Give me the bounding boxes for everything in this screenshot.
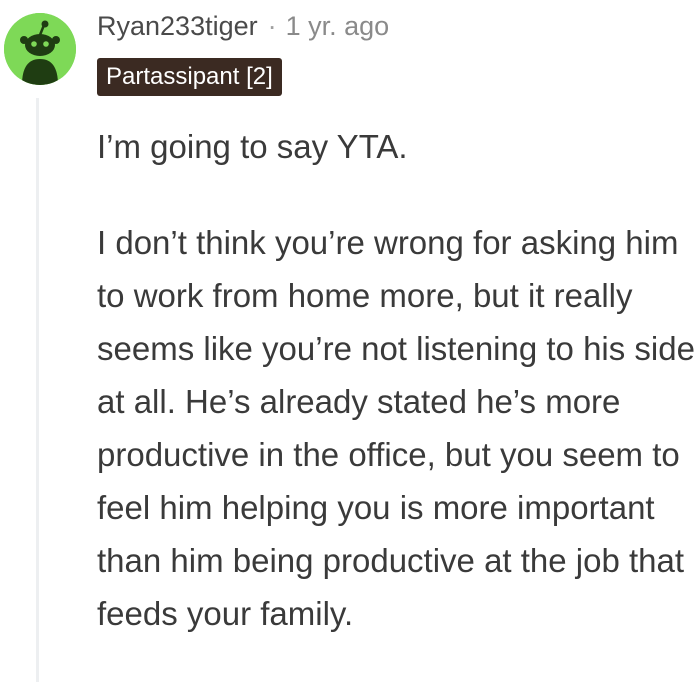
meta-separator: · bbox=[267, 10, 277, 41]
snoo-avatar-icon bbox=[4, 13, 76, 85]
user-flair: Partassipant [2] bbox=[97, 58, 282, 96]
comment: Ryan233tiger · 1 yr. ago Partassipant [2… bbox=[0, 0, 700, 682]
comment-paragraph: I don’t think you’re wrong for asking hi… bbox=[97, 224, 695, 632]
comment-header: Ryan233tiger · 1 yr. ago bbox=[97, 6, 389, 46]
comment-paragraph: I’m going to say YTA. bbox=[97, 128, 408, 165]
avatar[interactable] bbox=[4, 13, 76, 85]
author-username[interactable]: Ryan233tiger bbox=[97, 11, 258, 42]
comment-body: I’m going to say YTA. I don’t think you’… bbox=[97, 120, 697, 640]
comment-timestamp[interactable]: 1 yr. ago bbox=[286, 11, 390, 42]
thread-line[interactable] bbox=[36, 98, 39, 682]
